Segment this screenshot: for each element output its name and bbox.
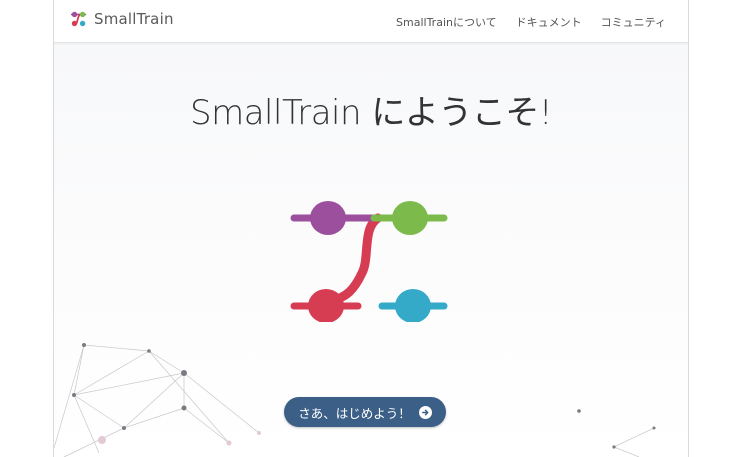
green-node [392,201,428,235]
cyan-node [395,289,431,322]
nav-links: SmallTrainについて ドキュメント コミュニティ [396,14,666,30]
nav-link-about[interactable]: SmallTrainについて [396,14,497,30]
browser-window: SmallTrain SmallTrainについて ドキュメント コミュニティ … [53,0,689,457]
nav-link-documents[interactable]: ドキュメント [516,14,582,30]
get-started-button[interactable]: さあ、はじめよう！ [284,397,446,427]
navbar: SmallTrain SmallTrainについて ドキュメント コミュニティ [54,0,688,43]
hero-section: SmallTrain にようこそ! さあ、はじめよう！ [54,43,688,457]
hero-title: SmallTrain にようこそ! [190,93,552,133]
get-started-label: さあ、はじめよう！ [298,406,411,421]
brand-name: SmallTrain [94,10,174,28]
arrow-circle-right-icon [418,405,432,419]
red-node [308,289,344,322]
smalltrain-hero-logo-icon [290,201,448,322]
nav-link-community[interactable]: コミュニティ [601,14,666,30]
network-background-decoration [54,343,656,457]
smalltrain-logo-icon [70,11,87,27]
purple-node [310,201,346,235]
brand[interactable]: SmallTrain [70,10,174,28]
